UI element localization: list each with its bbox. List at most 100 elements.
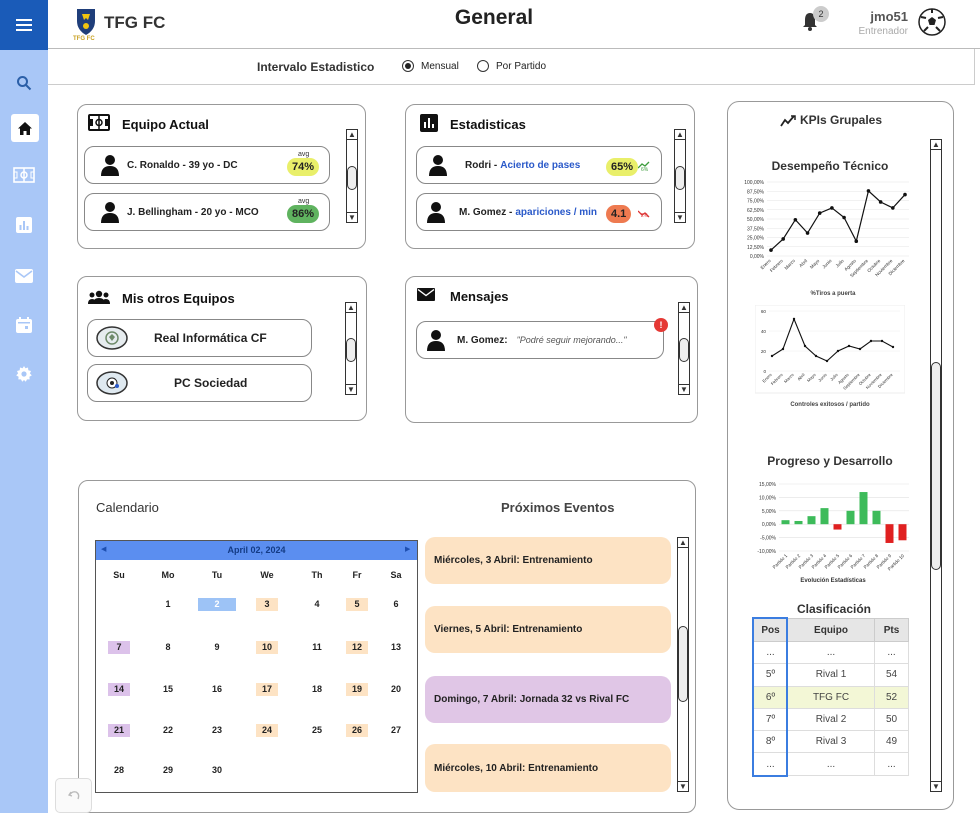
table-cell: ... <box>787 752 875 776</box>
radio-mensual[interactable]: Mensual <box>402 60 459 72</box>
team-row[interactable]: Real Informática CF <box>87 319 312 357</box>
mail-icon[interactable] <box>0 259 48 293</box>
calendar-day[interactable]: 7 <box>108 641 130 654</box>
scroll-thumb[interactable] <box>931 362 941 570</box>
menu-button[interactable] <box>0 0 48 50</box>
data-point <box>805 231 810 235</box>
table-cell: 54 <box>874 663 909 687</box>
settings-icon[interactable] <box>0 357 48 391</box>
calendar-day[interactable]: 14 <box>108 683 130 696</box>
data-point <box>878 200 883 204</box>
table-cell: ... <box>874 752 909 776</box>
calendar-day[interactable]: 6 <box>385 598 407 611</box>
kpi-scrollbar[interactable]: ▲ ▼ <box>930 139 942 792</box>
scroll-thumb[interactable] <box>675 166 685 190</box>
calendar-day[interactable]: 5 <box>346 598 368 611</box>
bar <box>885 524 894 543</box>
event-item[interactable]: Miércoles, 10 Abril: Entrenamiento <box>425 744 671 792</box>
message-row[interactable]: M. Gomez: "Podré seguir mejorando..." <box>416 321 664 359</box>
y-tick-label: 0 <box>763 369 766 374</box>
y-tick-label: -10,00% <box>757 549 776 555</box>
avatar[interactable] <box>918 8 946 41</box>
stats-icon[interactable] <box>0 208 48 242</box>
field-icon[interactable] <box>0 158 48 192</box>
calendar-day[interactable]: 11 <box>306 641 328 654</box>
event-item[interactable]: Domingo, 7 Abril: Jornada 32 vs Rival FC <box>425 676 671 723</box>
calendar-day[interactable]: 23 <box>206 724 228 737</box>
scroll-down-icon[interactable]: ▼ <box>931 781 941 791</box>
calendar-day[interactable]: 16 <box>206 683 228 696</box>
events-scrollbar[interactable]: ▲ ▼ <box>677 537 689 792</box>
y-tick-label: 75,00% <box>747 199 765 205</box>
calendar-day[interactable]: 29 <box>157 764 179 777</box>
undo-button[interactable] <box>55 778 92 813</box>
scroll-up-icon[interactable]: ▲ <box>679 303 689 313</box>
message-preview: "Podré seguir mejorando..." <box>516 335 627 345</box>
event-item[interactable]: Miércoles, 3 Abril: Entrenamiento <box>425 537 671 584</box>
calendar-day[interactable]: 18 <box>306 683 328 696</box>
calendar-day[interactable]: 17 <box>256 683 278 696</box>
calendar-day[interactable]: 24 <box>256 724 278 737</box>
calendar-day[interactable]: 13 <box>385 641 407 654</box>
x-tick-label: Marzo <box>784 258 797 271</box>
radio-unchecked-icon <box>477 60 489 72</box>
radio-por-partido[interactable]: Por Partido <box>477 60 546 72</box>
calendar-day[interactable]: 12 <box>346 641 368 654</box>
calendar-title: Calendario <box>96 500 159 515</box>
radio-checked-icon <box>402 60 414 72</box>
next-month-icon[interactable]: ▶ <box>405 545 410 553</box>
calendar-day[interactable]: 25 <box>306 724 328 737</box>
scroll-down-icon[interactable]: ▼ <box>346 384 356 394</box>
stats-scrollbar[interactable]: ▲ ▼ <box>674 129 686 223</box>
mensajes-scrollbar[interactable]: ▲ ▼ <box>678 302 690 395</box>
calendar-day[interactable]: 27 <box>385 724 407 737</box>
calendar-day[interactable]: 15 <box>157 683 179 696</box>
calendar-day[interactable]: 2 <box>198 598 236 611</box>
scroll-thumb[interactable] <box>346 338 356 362</box>
scroll-up-icon[interactable]: ▲ <box>678 538 688 548</box>
bar <box>872 510 881 525</box>
data-point <box>781 237 785 241</box>
scroll-down-icon[interactable]: ▼ <box>679 384 689 394</box>
calendar-day[interactable]: 10 <box>256 641 278 654</box>
team-row[interactable]: PC Sociedad <box>87 364 312 402</box>
calendar-day[interactable]: 9 <box>206 641 228 654</box>
scroll-up-icon[interactable]: ▲ <box>931 140 941 150</box>
bar <box>820 508 829 525</box>
calendar-day[interactable]: 19 <box>346 683 368 696</box>
scroll-down-icon[interactable]: ▼ <box>347 212 357 222</box>
player-name: C. Ronaldo - 39 yo - DC <box>127 159 238 171</box>
calendar-day[interactable]: 22 <box>157 724 179 737</box>
scroll-thumb[interactable] <box>679 338 689 362</box>
group-icon <box>88 290 110 309</box>
prev-month-icon[interactable]: ◀ <box>101 545 106 553</box>
calendar-day[interactable]: 30 <box>206 764 228 777</box>
scroll-up-icon[interactable]: ▲ <box>346 303 356 313</box>
calendar-day[interactable]: 28 <box>108 764 130 777</box>
calendar-day[interactable]: 3 <box>256 598 278 611</box>
calendar-day[interactable]: 21 <box>108 724 130 737</box>
calendar-day[interactable]: 1 <box>157 598 179 611</box>
event-item[interactable]: Viernes, 5 Abril: Entrenamiento <box>425 606 671 653</box>
data-point <box>891 345 895 349</box>
equipo-scrollbar[interactable]: ▲ ▼ <box>346 129 358 223</box>
scroll-down-icon[interactable]: ▼ <box>675 212 685 222</box>
calendar-day[interactable]: 8 <box>157 641 179 654</box>
calendar-day[interactable]: 4 <box>306 598 328 611</box>
scroll-thumb[interactable] <box>347 166 357 190</box>
scroll-up-icon[interactable]: ▲ <box>347 130 357 140</box>
otros-scrollbar[interactable]: ▲ ▼ <box>345 302 357 395</box>
calendar-day[interactable]: 26 <box>346 724 368 737</box>
scroll-down-icon[interactable]: ▼ <box>678 781 688 791</box>
equipo-actual-title: Equipo Actual <box>122 117 209 132</box>
data-point <box>891 206 895 210</box>
scroll-thumb[interactable] <box>678 626 688 702</box>
search-icon[interactable] <box>0 66 48 100</box>
home-icon[interactable] <box>11 114 39 142</box>
scroll-up-icon[interactable]: ▲ <box>675 130 685 140</box>
calendar-icon[interactable] <box>0 308 48 342</box>
avg-label: avg <box>298 198 310 205</box>
weekday-label: Th <box>311 570 323 580</box>
calendar-day[interactable]: 20 <box>385 683 407 696</box>
table-cell: ... <box>874 640 909 665</box>
